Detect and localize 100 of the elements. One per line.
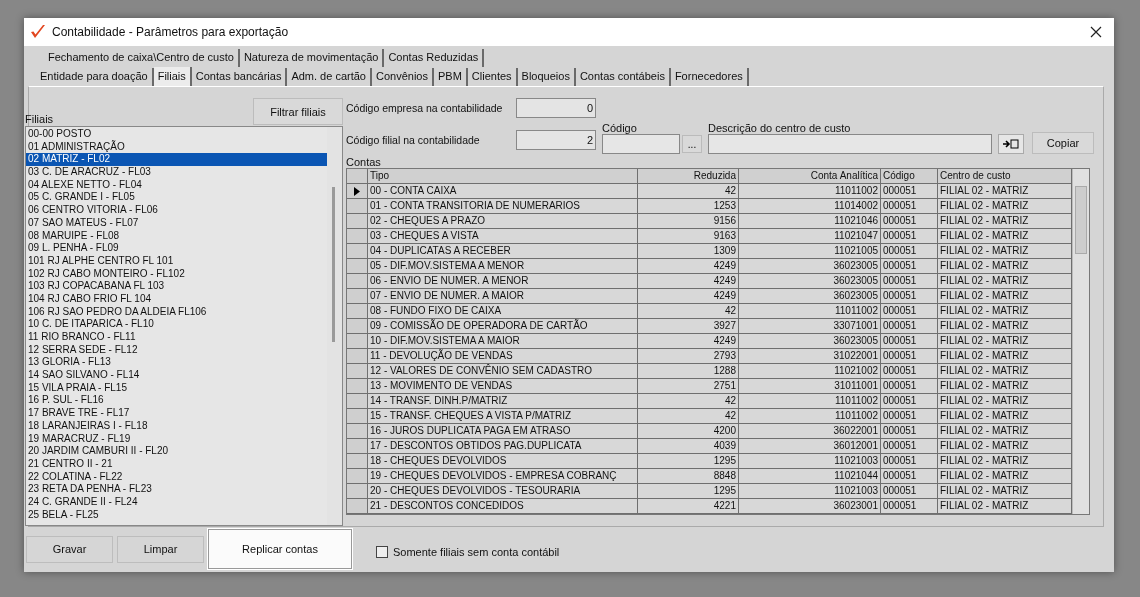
table-cell: 000051 [881,319,938,333]
table-cell: 000051 [881,364,938,378]
filiais-label: Filiais [25,113,54,126]
branch-item[interactable]: 103 RJ COPACABANA FL 103 [26,280,327,293]
table-cell: 000051 [881,259,938,273]
column-header[interactable]: Reduzida [638,169,739,183]
table-cell: 000051 [881,289,938,303]
table-cell: 06 - ENVIO DE NUMER. A MENOR [368,274,638,288]
table-cell: 8848 [638,469,739,483]
table-cell: 36023005 [739,334,881,348]
tab[interactable]: Filiais [153,67,192,86]
table-cell: 1295 [638,454,739,468]
table-cell: 12 - VALORES DE CONVÊNIO SEM CADASTRO [368,364,638,378]
branch-item[interactable]: 18 LARANJEIRAS I - FL18 [26,419,327,433]
browse-button[interactable]: ... [682,135,702,153]
branch-item[interactable]: 20 JARDIM CAMBURI II - FL20 [26,445,327,458]
table-cell: 36023001 [739,499,881,513]
branch-code-field[interactable]: 2 [516,130,596,150]
row-indicator[interactable] [347,184,368,198]
import-button[interactable] [998,134,1024,154]
table-cell: 16 - JUROS DUPLICATA PAGA EM ATRASO [368,424,638,438]
close-icon[interactable] [1090,26,1102,38]
column-header[interactable]: Código [881,169,938,183]
scrollbar[interactable] [1072,169,1089,514]
table-cell: 000051 [881,304,938,318]
branch-item[interactable]: 14 SAO SILVANO - FL14 [26,369,327,382]
table-cell: 11014002 [739,199,881,213]
branch-item[interactable]: 22 COLATINA - FL22 [26,470,327,484]
table-cell: 09 - COMISSÃO DE OPERADORA DE CARTÃO [368,319,638,333]
table-cell: 000051 [881,424,938,438]
company-code-field[interactable]: 0 [516,98,596,118]
branch-item[interactable]: 17 BRAVE TRE - FL17 [26,407,327,420]
table-cell: 05 - DIF.MOV.SISTEMA A MENOR [368,259,638,273]
filter-button[interactable]: Filtrar filiais [253,98,343,125]
table-cell: 36023005 [739,259,881,273]
action-button[interactable]: Limpar [117,535,204,563]
copy-button[interactable]: Copiar [1032,132,1094,154]
table-cell: 36023005 [739,274,881,288]
branch-item[interactable]: 11 RIO BRANCO - FL11 [26,331,327,344]
table-cell: 00 - CONTA CAIXA [368,184,638,198]
table-cell: 000051 [881,334,938,348]
branch-item[interactable]: 101 RJ ALPHE CENTRO FL 101 [26,254,327,268]
branch-item[interactable]: 09 L. PENHA - FL09 [26,242,327,255]
branch-item[interactable]: 15 VILA PRAIA - FL15 [26,381,327,395]
branch-item[interactable]: 10 C. DE ITAPARICA - FL10 [26,318,327,331]
table-cell: 000051 [881,454,938,468]
branch-item[interactable]: 01 ADMINISTRAÇÃO [26,140,327,154]
action-button[interactable]: Replicar contas [208,529,352,569]
table-cell: 4249 [638,334,739,348]
table-cell: 11021003 [739,454,881,468]
column-header[interactable]: Conta Analítica [739,169,881,183]
table-cell: 01 - CONTA TRANSITORIA DE NUMERARIOS [368,199,638,213]
table-cell: 11021002 [739,364,881,378]
tab[interactable]: Natureza de movimentação [239,49,385,67]
branch-item[interactable]: 19 MARACRUZ - FL19 [26,432,327,446]
table-cell: 11021046 [739,214,881,228]
field-label: Código empresa na contabilidade [346,102,504,114]
current-row-icon [354,186,360,196]
branch-item[interactable]: 104 RJ CABO FRIO FL 104 [26,292,327,306]
column-header[interactable]: Tipo [368,169,638,183]
branch-item[interactable]: 06 CENTRO VITORIA - FL06 [26,204,327,217]
code-field[interactable] [602,134,680,154]
branch-item[interactable]: 106 RJ SAO PEDRO DA ALDEIA FL106 [26,305,327,319]
table-cell: 17 - DESCONTOS OBTIDOS PAG.DUPLICATA [368,439,638,453]
table-cell: 9156 [638,214,739,228]
table-cell: 11021003 [739,484,881,498]
table-cell: 36012001 [739,439,881,453]
table-cell: 42 [638,184,739,198]
branch-item[interactable]: 08 MARUIPE - FL08 [26,229,327,243]
branch-item[interactable]: 12 SERRA SEDE - FL12 [26,343,327,357]
branch-item[interactable]: 00-00 POSTO [26,128,327,141]
table-cell: 20 - CHEQUES DEVOLVIDOS - TESOURARIA [368,484,638,498]
branch-item[interactable]: 04 ALEXE NETTO - FL04 [26,178,327,192]
branch-item[interactable]: 07 SAO MATEUS - FL07 [26,216,327,230]
table-cell: 08 - FUNDO FIXO DE CAIXA [368,304,638,318]
table-cell: 36022001 [739,424,881,438]
branch-item[interactable]: 02 MATRIZ - FL02 [26,153,327,167]
branch-item[interactable]: 25 BELA - FL25 [26,508,327,522]
branch-item[interactable]: 24 C. GRANDE II - FL24 [26,495,327,509]
tab[interactable]: Contas Reduzidas [384,49,485,67]
table-cell: 1288 [638,364,739,378]
branch-item[interactable]: 21 CENTRO II - 21 [26,457,327,471]
table-cell: 21 - DESCONTOS CONCEDIDOS [368,499,638,513]
branch-item[interactable]: 03 C. DE ARACRUZ - FL03 [26,166,327,179]
branch-item[interactable]: 13 GLORIA - FL13 [26,356,327,370]
table-cell: 9163 [638,229,739,243]
table-cell: 000051 [881,439,938,453]
table-cell: 36023005 [739,289,881,303]
table-cell: 11011002 [739,304,881,318]
branch-item[interactable]: 16 P. SUL - FL16 [26,394,327,408]
field-label: Descrição do centro de custo [708,122,852,134]
table-cell: 11021005 [739,244,881,258]
checkbox[interactable] [376,546,388,558]
branch-item[interactable]: 102 RJ CABO MONTEIRO - FL102 [26,267,327,281]
action-button[interactable]: Gravar [26,535,113,563]
branch-item[interactable]: 23 RETA DA PENHA - FL23 [26,483,327,496]
branch-item[interactable]: 05 C. GRANDE I - FL05 [26,191,327,205]
description-field[interactable] [708,134,992,154]
table-cell: 15 - TRANSF. CHEQUES A VISTA P/MATRIZ [368,409,638,423]
table-cell: 11 - DEVOLUÇÃO DE VENDAS [368,349,638,363]
